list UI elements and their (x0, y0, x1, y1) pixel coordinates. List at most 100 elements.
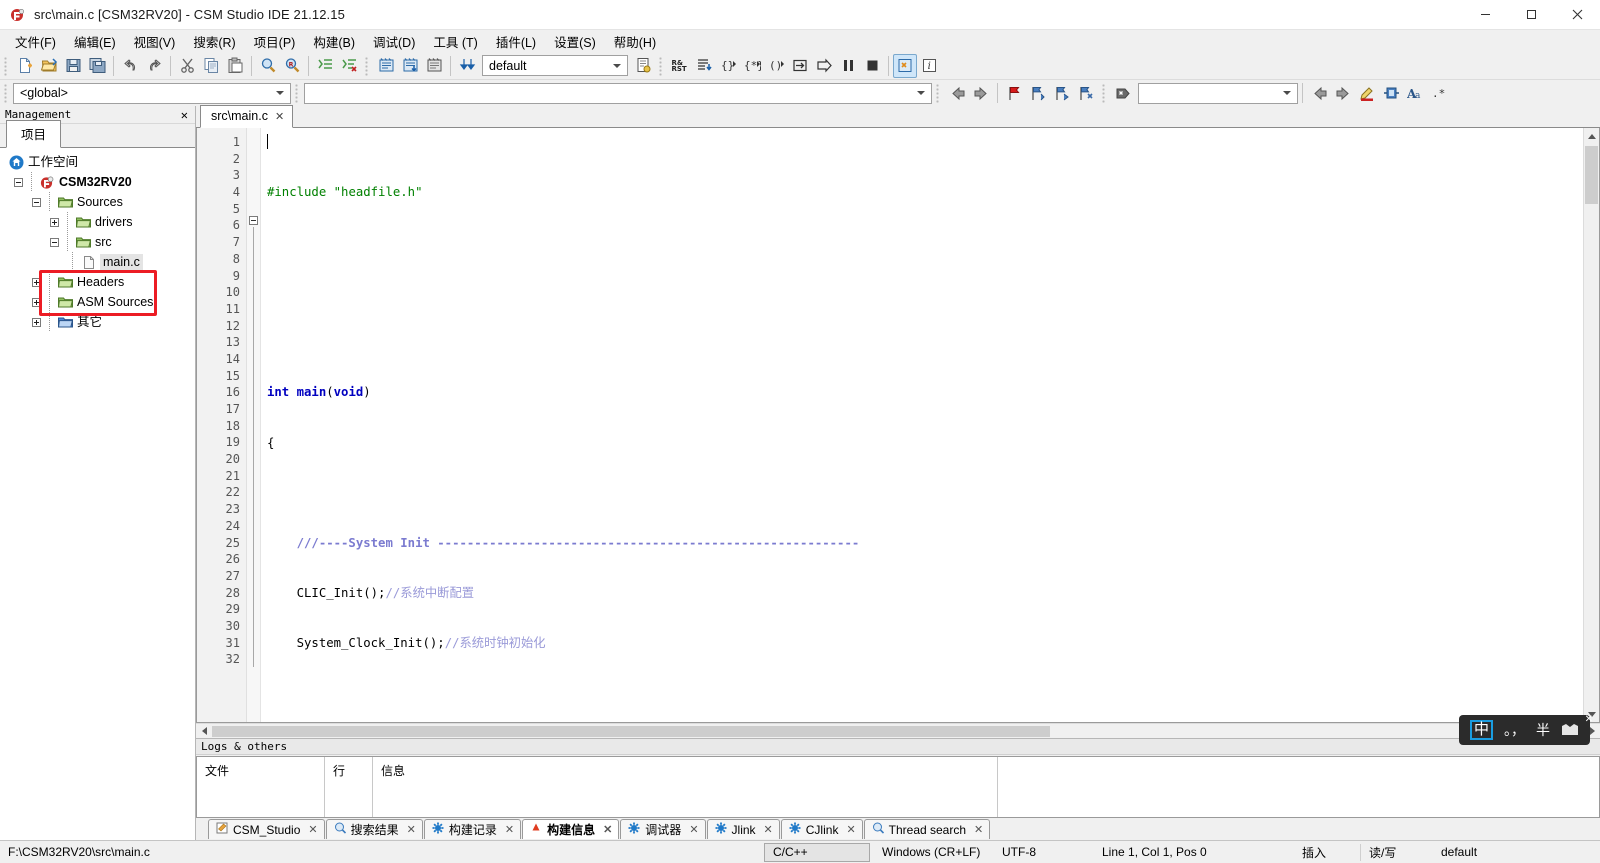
tree-node-workspace[interactable]: 工作空间 (0, 152, 195, 172)
bookmark-toggle-icon[interactable] (1002, 81, 1026, 105)
close-icon[interactable]: ✕ (178, 108, 191, 122)
step-return-icon[interactable]: () (764, 54, 788, 78)
unindent-icon[interactable] (337, 54, 361, 78)
menu-help[interactable]: 帮助(H) (605, 29, 665, 54)
save-all-icon[interactable] (85, 54, 109, 78)
nav-back-icon[interactable] (945, 81, 969, 105)
close-icon[interactable]: ✕ (974, 823, 983, 836)
font-icon[interactable]: Aa (1403, 81, 1427, 105)
menu-tools[interactable]: 工具 (T) (424, 29, 486, 54)
chevron-down-icon[interactable] (1278, 91, 1295, 95)
log-tab-search-results[interactable]: 搜索结果 ✕ (325, 819, 423, 839)
log-tab-build-messages[interactable]: 构建信息 ✕ (522, 819, 620, 839)
zoom-window-icon[interactable] (1379, 81, 1403, 105)
menu-search[interactable]: 搜索(R) (184, 29, 244, 54)
goto-combo[interactable] (1138, 82, 1298, 104)
close-icon[interactable]: ✕ (505, 823, 514, 836)
collapse-toggle-icon[interactable] (50, 237, 59, 247)
log-tab-thread-search[interactable]: Thread search ✕ (863, 819, 991, 839)
menu-view[interactable]: 视图(V) (125, 29, 185, 54)
indent-icon[interactable] (313, 54, 337, 78)
step-over-icon[interactable] (692, 54, 716, 78)
code-text[interactable]: #include "headfile.h" int main(void) { /… (261, 128, 1583, 722)
info-icon[interactable]: i (917, 54, 941, 78)
open-file-icon[interactable] (37, 54, 61, 78)
nav-forward-icon[interactable] (969, 81, 993, 105)
code-editor[interactable]: 1 2 3 4 5 6 7 8 9 10 11 12 13 14 15 16 1 (196, 128, 1600, 723)
tree-node-project[interactable]: CSM32RV20 (0, 172, 195, 192)
menu-project[interactable]: 项目(P) (245, 29, 305, 54)
bookmark-next-icon[interactable] (1050, 81, 1074, 105)
scope-combo[interactable]: <global> (13, 82, 291, 104)
tree-node-other[interactable]: 其它 (0, 312, 195, 332)
step-out-icon[interactable]: {*} (740, 54, 764, 78)
toolbar-grip[interactable] (364, 55, 371, 76)
goto-icon[interactable] (1111, 81, 1135, 105)
scroll-up-icon[interactable] (1584, 128, 1599, 144)
tree-node-mainc[interactable]: main.c (0, 252, 195, 272)
run-to-cursor-icon[interactable] (788, 54, 812, 78)
toolbar-grip[interactable] (3, 55, 10, 76)
menu-build[interactable]: 构建(B) (304, 29, 364, 54)
expand-toggle-icon[interactable] (32, 277, 41, 287)
logs-table[interactable]: 文件 行 信息 (196, 756, 1600, 818)
search-back-icon[interactable] (1307, 81, 1331, 105)
collapse-toggle-icon[interactable] (32, 197, 41, 207)
editor-vertical-scrollbar[interactable] (1583, 128, 1599, 722)
fold-toggle-icon[interactable] (249, 216, 258, 225)
ime-width-toggle[interactable]: 半 (1536, 723, 1550, 737)
close-icon[interactable]: ✕ (603, 823, 612, 836)
menu-edit[interactable]: 编辑(E) (65, 29, 125, 54)
close-icon[interactable]: ✕ (1585, 714, 1593, 725)
close-icon[interactable]: ✕ (275, 110, 284, 123)
step-into-icon[interactable]: {} (716, 54, 740, 78)
expand-toggle-icon[interactable] (32, 297, 41, 307)
expand-toggle-icon[interactable] (50, 217, 59, 227)
toolbar-grip[interactable] (294, 83, 301, 103)
collapse-toggle-icon[interactable] (14, 177, 23, 187)
log-tab-csm-studio[interactable]: CSM_Studio ✕ (208, 819, 325, 839)
scroll-left-icon[interactable] (196, 724, 212, 739)
editor-horizontal-scrollbar[interactable] (196, 723, 1600, 738)
minimize-button[interactable] (1462, 0, 1508, 30)
tree-node-asm-sources[interactable]: ASM Sources (0, 292, 195, 312)
status-language[interactable]: C/C++ (764, 842, 870, 862)
menu-debug[interactable]: 调试(D) (364, 29, 424, 54)
log-tab-build-log[interactable]: 构建记录 ✕ (423, 819, 522, 839)
close-button[interactable] (1554, 0, 1600, 30)
tree-node-sources[interactable]: Sources (0, 192, 195, 212)
bookmark-clear-icon[interactable] (1074, 81, 1098, 105)
ime-tool-icon[interactable] (1561, 723, 1579, 738)
menu-settings[interactable]: 设置(S) (545, 29, 605, 54)
log-tab-cjlink[interactable]: CJlink ✕ (780, 819, 863, 839)
download-icon[interactable] (455, 54, 479, 78)
rebuild-icon[interactable] (398, 54, 422, 78)
build-target-icon[interactable] (422, 54, 446, 78)
build-options-icon[interactable] (631, 54, 655, 78)
tree-node-headers[interactable]: Headers (0, 272, 195, 292)
close-icon[interactable]: ✕ (308, 823, 317, 836)
fold-margin[interactable] (247, 128, 261, 722)
horizontal-scroll-thumb[interactable] (212, 725, 1050, 737)
toolbar-grip[interactable] (935, 83, 942, 103)
document-tab-mainc[interactable]: src\main.c ✕ (200, 105, 294, 128)
undo-icon[interactable] (118, 54, 142, 78)
new-file-icon[interactable] (13, 54, 37, 78)
ime-punctuation-toggle[interactable]: 。， (1504, 723, 1525, 737)
highlight-icon[interactable] (1355, 81, 1379, 105)
toolbar-grip[interactable] (1101, 83, 1108, 103)
close-icon[interactable]: ✕ (689, 823, 698, 836)
log-tab-jlink[interactable]: Jlink ✕ (706, 819, 780, 839)
close-icon[interactable]: ✕ (764, 823, 773, 836)
chevron-down-icon[interactable] (912, 91, 929, 95)
chevron-down-icon[interactable] (608, 63, 625, 68)
project-tree[interactable]: 工作空间 CSM32RV20 Sources drivers src main.… (0, 148, 195, 840)
tree-node-src[interactable]: src (0, 232, 195, 252)
tree-node-drivers[interactable]: drivers (0, 212, 195, 232)
build-config-combo[interactable]: default (482, 55, 628, 76)
ime-mode-indicator[interactable]: 中 (1469, 720, 1493, 740)
bookmark-prev-icon[interactable] (1026, 81, 1050, 105)
maximize-button[interactable] (1508, 0, 1554, 30)
vertical-scroll-track[interactable] (1584, 144, 1599, 706)
close-icon[interactable]: ✕ (846, 823, 855, 836)
